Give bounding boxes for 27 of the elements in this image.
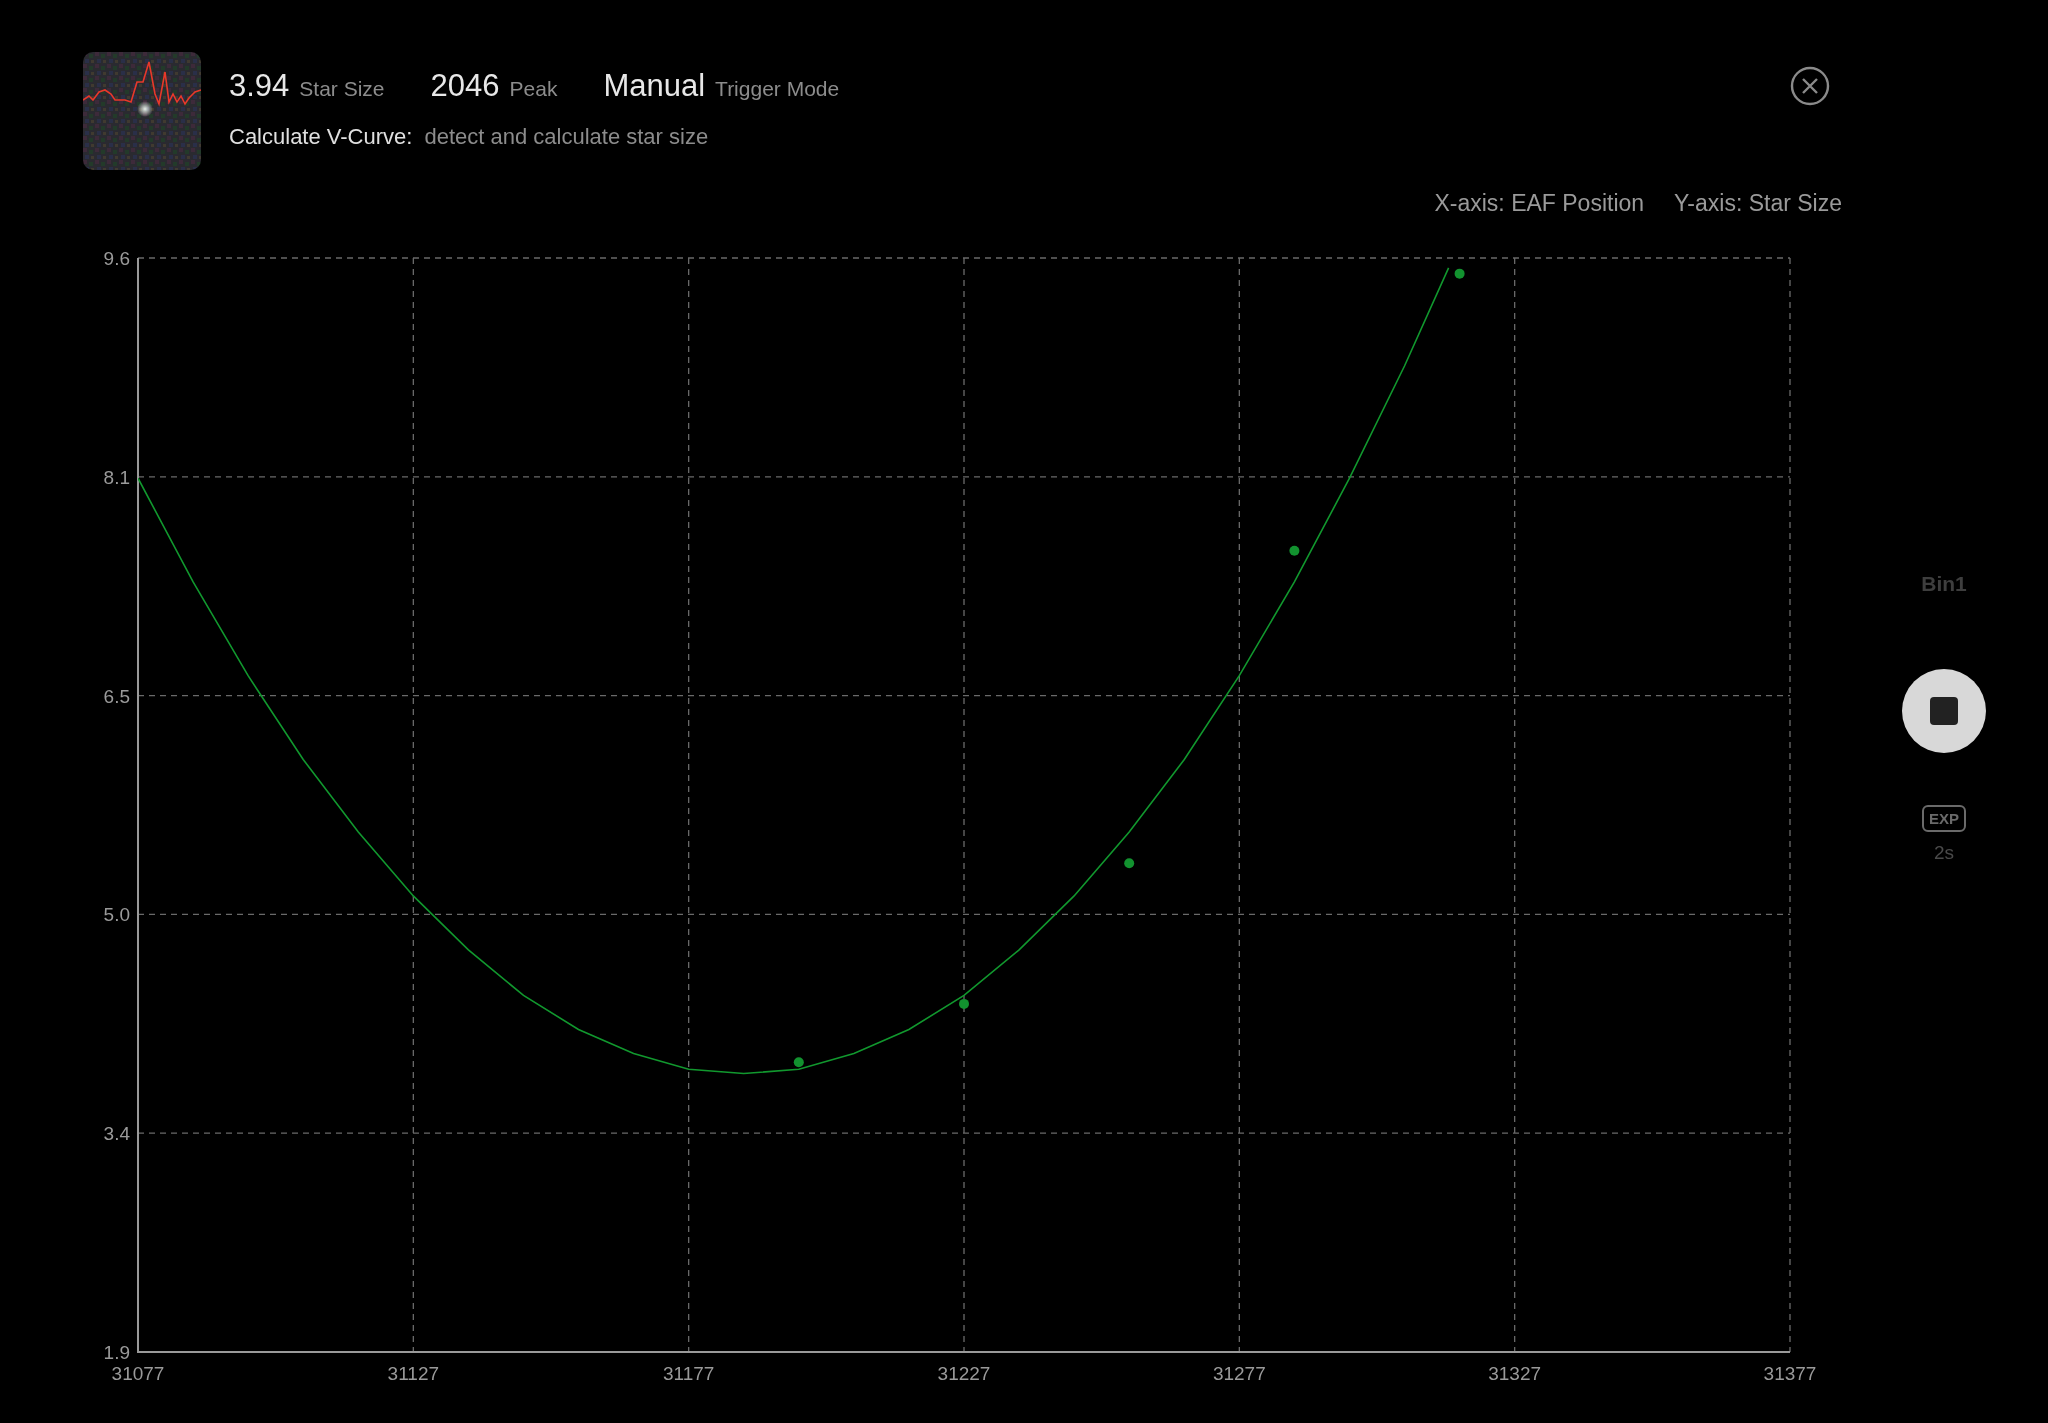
- y-tick-label: 5.0: [103, 904, 130, 926]
- x-tick-label: 31227: [937, 1363, 991, 1384]
- y-tick-label: 9.6: [103, 248, 130, 269]
- x-tick-label: 31277: [1212, 1363, 1266, 1384]
- task-title: Calculate V-Curve:: [229, 124, 413, 150]
- y-tick-label: 6.5: [103, 685, 130, 707]
- x-tick-label: 31377: [1763, 1363, 1817, 1384]
- axis-legend: Y-axis: Star Size: [1674, 190, 1842, 220]
- exposure-time[interactable]: 2s: [1933, 842, 1955, 864]
- x-tick-label: 31077: [111, 1363, 165, 1384]
- binning-label[interactable]: Bin1: [1921, 572, 1967, 596]
- task-description: detect and calculate star size: [424, 124, 709, 150]
- stat-value: Manual: [603, 68, 706, 104]
- x-tick-label: 31177: [662, 1363, 715, 1384]
- stat-label: Star Size: [299, 77, 385, 101]
- x-tick-label: 31127: [387, 1363, 440, 1384]
- axis-legend: X-axis: EAF Position: [1434, 190, 1645, 220]
- close-icon[interactable]: [1790, 66, 1830, 106]
- stat-label: Trigger Mode: [715, 77, 840, 101]
- y-tick-label: 3.4: [103, 1123, 130, 1145]
- y-tick-label: 1.9: [103, 1342, 130, 1363]
- stat-value: 2046: [430, 68, 500, 104]
- stat-value: 3.94: [229, 68, 290, 104]
- y-tick-label: 8.1: [103, 466, 130, 488]
- stat-label: Peak: [509, 77, 558, 101]
- x-tick-label: 31327: [1488, 1363, 1542, 1384]
- exposure-badge[interactable]: EXP: [1922, 805, 1966, 832]
